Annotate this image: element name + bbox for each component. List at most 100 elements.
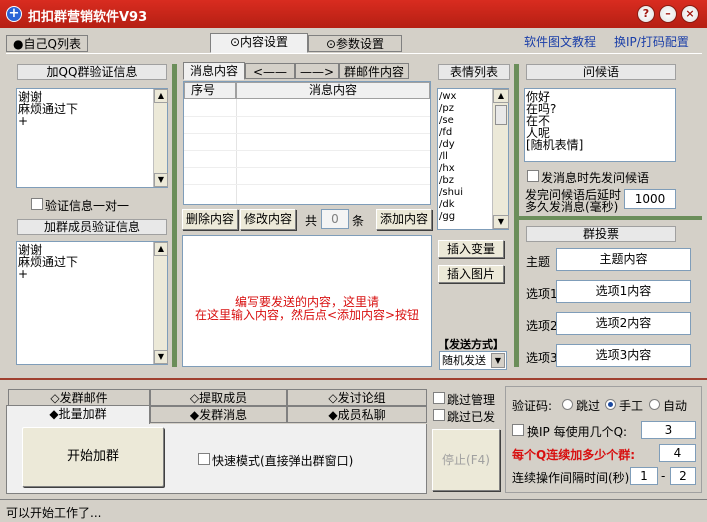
content-editor[interactable]: 编写要发送的内容，这里请 在这里输入内容，然后点<添加内容>按钮 (182, 235, 432, 367)
interval-min-input[interactable]: 1 (630, 467, 658, 485)
change-ip-label: 换IP 每使用几个Q: (527, 425, 628, 439)
vote-option1-label: 选项1 (526, 287, 558, 301)
skip-admin-label: 跳过管理 (447, 393, 496, 407)
captcha-manual-label: 手工 (619, 399, 644, 413)
vote-topic-input[interactable]: 主题内容 (556, 248, 691, 271)
emoji-item[interactable]: /wx (439, 91, 456, 102)
captcha-manual-radio[interactable] (605, 399, 616, 410)
column-header-content[interactable]: 消息内容 (236, 82, 430, 99)
chevron-down-icon[interactable]: ▼ (491, 353, 505, 368)
vote-option2-input[interactable]: 选项2内容 (556, 312, 691, 335)
tab-next-arrow[interactable]: ——> (295, 63, 339, 79)
close-button[interactable]: × (681, 5, 699, 23)
join-verify-text[interactable]: 谢谢 麻烦通过下 + (18, 91, 78, 127)
tab-own-qq-list[interactable]: ●自己Q列表 (6, 35, 88, 52)
delete-content-button[interactable]: 删除内容 (182, 209, 238, 230)
minimize-button[interactable]: – (659, 5, 677, 23)
start-join-button[interactable]: 开始加群 (22, 427, 164, 487)
tab-member-private[interactable]: ◆成员私聊 (287, 406, 427, 423)
emoji-item[interactable]: /hx (439, 163, 455, 174)
tab-send-discussion[interactable]: ◇发讨论组 (287, 389, 427, 406)
scroll-down-icon[interactable]: ▼ (154, 173, 168, 187)
tutorial-link[interactable]: 软件图文教程 (524, 33, 596, 50)
scroll-down-icon[interactable]: ▼ (493, 215, 509, 229)
one-to-one-checkbox[interactable] (31, 198, 43, 210)
tab-extract-members[interactable]: ◇提取成员 (150, 389, 287, 406)
vote-option1-input[interactable]: 选项1内容 (556, 280, 691, 303)
greeting-textarea[interactable]: 你好 在吗? 在不 人呢 [随机表情] (524, 88, 676, 162)
column-header-index[interactable]: 序号 (184, 82, 236, 99)
emoji-item[interactable]: /pz (439, 103, 454, 114)
content-table[interactable]: 序号 消息内容 (183, 81, 431, 205)
tab-prev-arrow[interactable]: <—— (245, 63, 295, 79)
emoji-item[interactable]: /bz (439, 175, 454, 186)
fast-mode-label: 快速模式(直接弹出群窗口) (212, 454, 354, 468)
tab-param-settings[interactable]: ⊙参数设置 (308, 35, 402, 52)
window-title: 扣扣群营销软件V93 (28, 10, 148, 25)
scroll-up-icon[interactable]: ▲ (154, 89, 168, 103)
join-verify-textarea[interactable]: 谢谢 麻烦通过下 + ▲ ▼ (16, 88, 168, 188)
tab-content-settings[interactable]: ⊙内容设置 (210, 33, 308, 53)
skip-admin-checkbox[interactable] (433, 392, 445, 404)
help-icon[interactable]: ? (637, 5, 655, 23)
join-verify-scrollbar[interactable]: ▲ ▼ (153, 89, 168, 187)
scroll-up-icon[interactable]: ▲ (493, 89, 509, 103)
vote-topic-label: 主题 (526, 255, 551, 269)
change-ip-input[interactable]: 3 (641, 421, 696, 439)
emoji-item[interactable]: /dk (439, 199, 455, 210)
title-bar: + 扣扣群营销软件V93 ? – × (0, 0, 707, 28)
tab-send-group-mail[interactable]: ◇发群邮件 (8, 389, 150, 406)
scroll-down-icon[interactable]: ▼ (154, 350, 168, 364)
emoji-item[interactable]: /gg (439, 211, 455, 222)
table-gridline (184, 150, 430, 151)
column-divider (236, 99, 237, 204)
emoji-item[interactable]: /fd (439, 127, 452, 138)
insert-image-button[interactable]: 插入图片 (438, 265, 504, 283)
tab-batch-join[interactable]: ◆批量加群 (6, 405, 150, 425)
member-verify-scrollbar[interactable]: ▲ ▼ (153, 242, 168, 364)
ip-settings-link[interactable]: 换IP/打码配置 (614, 33, 689, 50)
vote-header: 群投票 (526, 226, 676, 242)
member-verify-text[interactable]: 谢谢 麻烦通过下 + (18, 244, 78, 280)
greeting-first-label: 发消息时先发问候语 (541, 171, 650, 185)
emoji-item[interactable]: /dy (439, 139, 455, 150)
tab-message-content[interactable]: 消息内容 (183, 62, 245, 80)
skip-sent-label: 跳过已发 (447, 410, 496, 424)
table-gridline (184, 184, 430, 185)
scroll-up-icon[interactable]: ▲ (154, 242, 168, 256)
interval-label: 连续操作间隔时间(秒) (512, 471, 630, 485)
delay-input[interactable]: 1000 (624, 189, 676, 209)
interval-max-input[interactable]: 2 (670, 467, 696, 485)
skip-sent-checkbox[interactable] (433, 409, 445, 421)
change-ip-checkbox[interactable] (512, 424, 524, 436)
per-q-input[interactable]: 4 (659, 444, 696, 462)
delay-label-line2: 多久发消息(毫秒) (525, 200, 619, 214)
join-verify-header: 加QQ群验证信息 (17, 64, 167, 80)
status-text: 可以开始工作了... (6, 506, 102, 520)
send-mode-select[interactable]: 随机发送 ▼ (439, 351, 507, 370)
tab-send-group-msg[interactable]: ◆发群消息 (150, 406, 287, 423)
editor-hint-line2: 在这里输入内容，然后点<添加内容>按钮 (194, 308, 420, 322)
greeting-text[interactable]: 你好 在吗? 在不 人呢 [随机表情] (526, 91, 583, 151)
fast-mode-checkbox[interactable] (198, 453, 210, 465)
scroll-thumb[interactable] (495, 105, 507, 125)
emoji-item[interactable]: /ll (439, 151, 448, 162)
modify-content-button[interactable]: 修改内容 (240, 209, 296, 230)
emoji-list[interactable]: /wx /pz /se /fd /dy /ll /hx /bz /shui /d… (437, 88, 509, 230)
insert-variable-button[interactable]: 插入变量 (438, 240, 504, 258)
app-icon: + (6, 6, 22, 22)
stop-button[interactable]: 停止(F4) (432, 429, 500, 491)
member-verify-header: 加群成员验证信息 (17, 219, 167, 235)
tab-group-mail-content[interactable]: 群邮件内容 (339, 63, 409, 79)
greeting-first-checkbox[interactable] (527, 170, 539, 182)
add-content-button[interactable]: 添加内容 (376, 209, 432, 230)
member-verify-textarea[interactable]: 谢谢 麻烦通过下 + ▲ ▼ (16, 241, 168, 365)
emoji-item[interactable]: /se (439, 115, 454, 126)
send-mode-value: 随机发送 (442, 354, 486, 367)
emoji-scrollbar[interactable]: ▲ ▼ (492, 89, 509, 229)
captcha-auto-radio[interactable] (649, 399, 660, 410)
emoji-item[interactable]: /shui (439, 187, 463, 198)
vote-option3-label: 选项3 (526, 351, 558, 365)
captcha-skip-radio[interactable] (562, 399, 573, 410)
vote-option3-input[interactable]: 选项3内容 (556, 344, 691, 367)
